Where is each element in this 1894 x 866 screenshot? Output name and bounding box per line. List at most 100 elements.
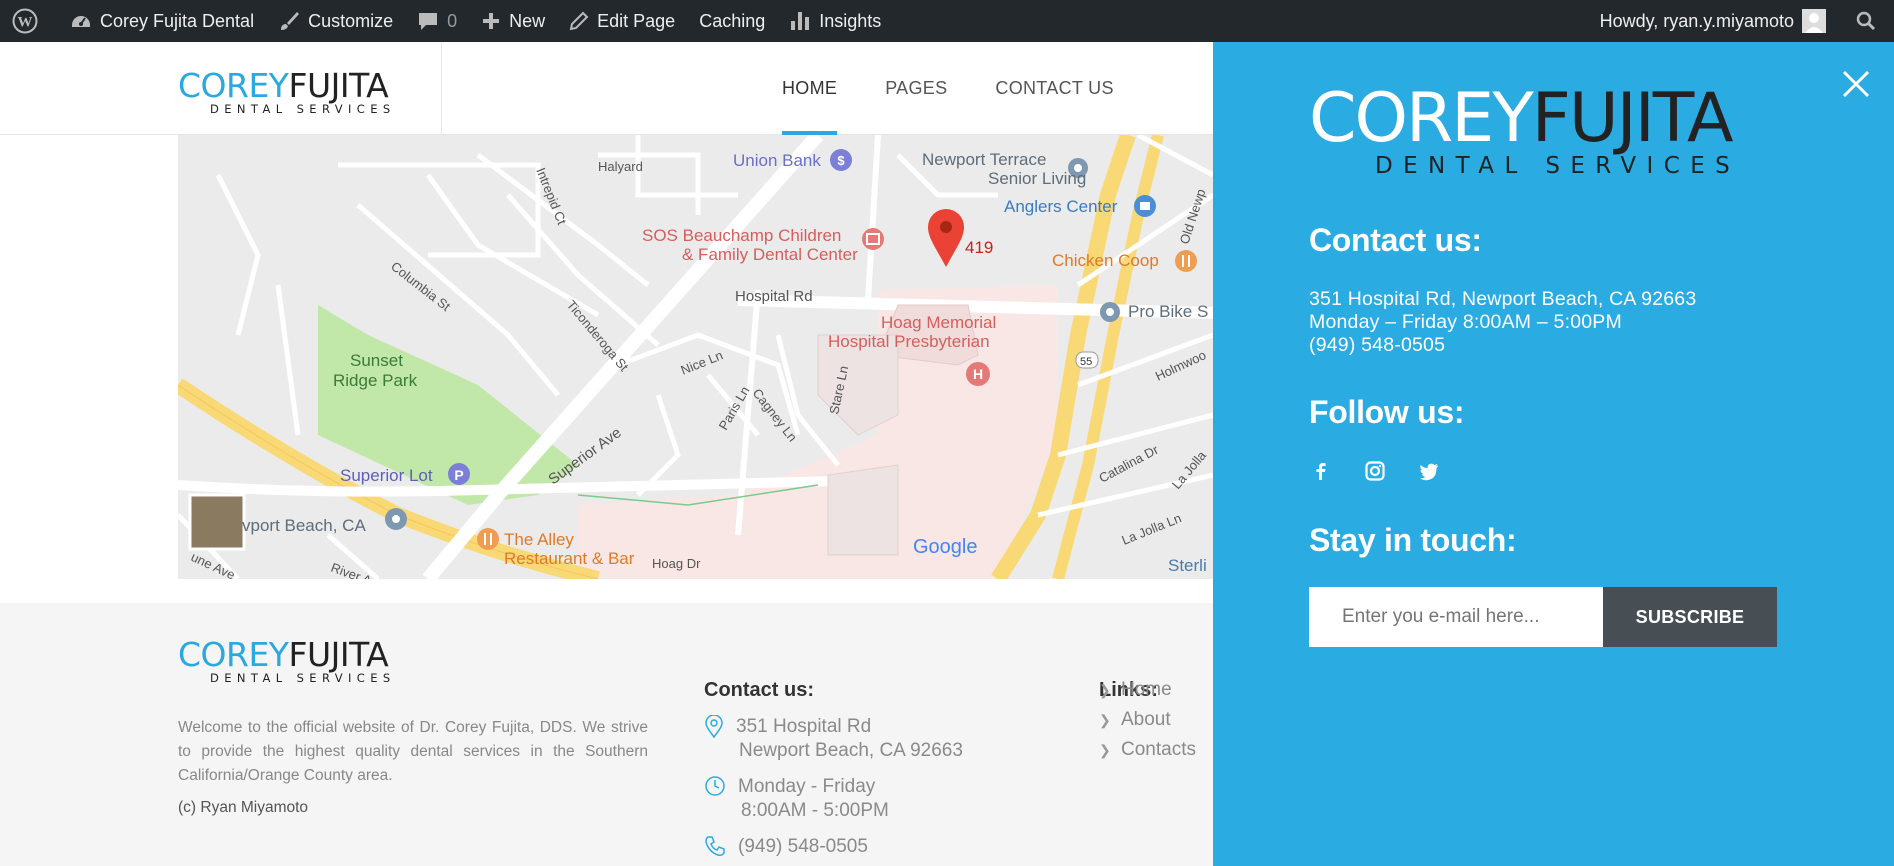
admin-search-button[interactable] bbox=[1844, 0, 1894, 42]
footer-copyright: (c) Ryan Miyamoto bbox=[178, 799, 309, 816]
shopping-pin-icon[interactable] bbox=[1134, 195, 1156, 217]
main-nav: HOME PAGES CONTACT US bbox=[782, 42, 1162, 135]
site-main: COREYFUJITA DENTAL SERVICES HOME PAGES C… bbox=[0, 42, 1213, 866]
map-label: Ridge Park bbox=[333, 371, 418, 390]
footer-address: 351 Hospital Rd Newport Beach, CA 92663 bbox=[704, 715, 963, 763]
logo-first-name: COREY bbox=[178, 635, 289, 674]
parking-pin-icon[interactable]: P bbox=[448, 463, 470, 485]
edit-page-label: Edit Page bbox=[597, 10, 676, 31]
side-panel: COREYFUJITA DENTAL SERVICES Contact us: … bbox=[1213, 42, 1894, 866]
site-logo[interactable]: COREYFUJITA DENTAL SERVICES bbox=[178, 69, 396, 116]
insights-button[interactable]: Insights bbox=[777, 0, 893, 42]
map-label: Senior Living bbox=[988, 169, 1086, 188]
logo-tagline: DENTAL SERVICES bbox=[210, 671, 396, 685]
panel-phone[interactable]: (949) 548-0505 bbox=[1309, 334, 1696, 357]
footer-link-home[interactable]: ❯ Home bbox=[1099, 675, 1196, 705]
close-icon[interactable] bbox=[1838, 66, 1874, 102]
customize-button[interactable]: Customize bbox=[266, 0, 405, 42]
map-label: Hospital Rd bbox=[735, 288, 813, 305]
header-divider bbox=[441, 42, 442, 135]
clock-icon bbox=[705, 776, 725, 796]
panel-contact-heading: Contact us: bbox=[1309, 222, 1482, 258]
logo-last-name: FUJITA bbox=[288, 635, 389, 674]
dental-center-pin-icon[interactable] bbox=[862, 228, 884, 250]
site-name-menu[interactable]: Corey Fujita Dental bbox=[58, 0, 266, 42]
restaurant-pin-icon[interactable] bbox=[477, 528, 499, 550]
facebook-icon[interactable] bbox=[1310, 460, 1332, 482]
map-label: 419 bbox=[965, 238, 993, 257]
email-input[interactable] bbox=[1309, 587, 1603, 647]
panel-follow-heading: Follow us: bbox=[1309, 394, 1465, 430]
caching-menu[interactable]: Caching bbox=[687, 0, 777, 42]
user-account-menu[interactable]: Howdy, ryan.y.miyamoto bbox=[1588, 0, 1844, 42]
footer-contact-heading: Contact us: bbox=[704, 679, 814, 701]
svg-text:P: P bbox=[454, 467, 463, 483]
map-label: Sunset bbox=[350, 351, 403, 370]
howdy-label: Howdy, ryan.y.miyamoto bbox=[1599, 10, 1794, 31]
map-label: Hospital Presbyterian bbox=[828, 332, 990, 351]
search-icon bbox=[1856, 11, 1876, 31]
comments-count: 0 bbox=[447, 10, 458, 31]
nav-item-contact-us[interactable]: CONTACT US bbox=[995, 42, 1113, 135]
phone-icon bbox=[705, 836, 725, 856]
map-label: Halyard bbox=[598, 159, 643, 174]
caching-label: Caching bbox=[699, 10, 766, 31]
footer-link-about[interactable]: ❯ About bbox=[1099, 705, 1196, 735]
location-pin-icon bbox=[705, 715, 723, 739]
city-pin-icon[interactable] bbox=[385, 508, 407, 530]
hospital-pin-icon[interactable]: H bbox=[966, 362, 990, 386]
map-label: 55 bbox=[1080, 356, 1092, 368]
map-label: vport Beach, CA bbox=[242, 516, 366, 535]
logo-first-name: COREY bbox=[1309, 79, 1534, 158]
subscribe-button[interactable]: SUBSCRIBE bbox=[1603, 587, 1777, 647]
footer-description: Welcome to the official website of Dr. C… bbox=[178, 719, 648, 784]
bike-shop-pin-icon[interactable] bbox=[1100, 302, 1120, 322]
comments-button[interactable]: 0 bbox=[405, 0, 469, 42]
bar-chart-icon bbox=[791, 12, 810, 30]
site-header: COREYFUJITA DENTAL SERVICES HOME PAGES C… bbox=[0, 42, 1213, 135]
wordpress-logo-button[interactable]: W bbox=[0, 0, 58, 42]
paintbrush-icon bbox=[281, 12, 300, 30]
map-label: Anglers Center bbox=[1004, 197, 1118, 216]
customize-label: Customize bbox=[308, 10, 394, 31]
panel-logo: COREYFUJITA DENTAL SERVICES bbox=[1309, 85, 1740, 178]
instagram-icon[interactable] bbox=[1364, 460, 1386, 482]
plus-icon bbox=[483, 13, 500, 29]
nav-item-home[interactable]: HOME bbox=[782, 42, 838, 135]
footer-hours: Monday - Friday 8:00AM - 5:00PM bbox=[704, 775, 889, 823]
map-label: Sterli bbox=[1168, 556, 1207, 575]
hours-line-1: Monday - Friday bbox=[738, 776, 876, 797]
edit-page-button[interactable]: Edit Page bbox=[557, 0, 687, 42]
logo-last-name: FUJITA bbox=[1531, 79, 1734, 158]
new-label: New bbox=[509, 10, 546, 31]
restaurant-pin-icon[interactable] bbox=[1175, 250, 1197, 272]
panel-stay-heading: Stay in touch: bbox=[1309, 522, 1517, 558]
new-content-button[interactable]: New bbox=[469, 0, 557, 42]
insights-label: Insights bbox=[819, 10, 882, 31]
logo-tagline: DENTAL SERVICES bbox=[1375, 153, 1741, 179]
google-map[interactable]: $ H P Halyard Union Bank Newport Terrace… bbox=[178, 135, 1213, 579]
chevron-right-icon: ❯ bbox=[1099, 711, 1111, 728]
twitter-icon[interactable] bbox=[1418, 460, 1440, 482]
svg-text:$: $ bbox=[837, 153, 845, 168]
panel-address: 351 Hospital Rd, Newport Beach, CA 92663 bbox=[1309, 288, 1697, 310]
map-label: Hoag Dr bbox=[652, 556, 701, 571]
link-label: About bbox=[1121, 709, 1171, 730]
link-label: Contacts bbox=[1121, 739, 1196, 760]
phone-number[interactable]: (949) 548-0505 bbox=[738, 835, 868, 859]
panel-contact-info: 351 Hospital Rd, Newport Beach, CA 92663… bbox=[1309, 288, 1696, 357]
footer-phone: (949) 548-0505 bbox=[704, 835, 868, 859]
nav-item-pages[interactable]: PAGES bbox=[885, 42, 947, 135]
map-label: SOS Beauchamp Children bbox=[642, 226, 841, 245]
bank-pin-icon[interactable]: $ bbox=[830, 149, 852, 171]
map-label: Hoag Memorial bbox=[881, 313, 996, 332]
google-logo: Google bbox=[913, 536, 978, 558]
link-label: Home bbox=[1121, 679, 1172, 700]
comment-icon bbox=[419, 13, 438, 30]
footer-link-contacts[interactable]: ❯ Contacts bbox=[1099, 735, 1196, 765]
satellite-thumbnail[interactable] bbox=[188, 493, 246, 551]
map-label: Pro Bike S bbox=[1128, 302, 1208, 321]
footer-logo[interactable]: COREYFUJITA DENTAL SERVICES bbox=[178, 638, 396, 685]
dashboard-icon bbox=[72, 16, 90, 27]
map-label: Union Bank bbox=[733, 151, 821, 170]
